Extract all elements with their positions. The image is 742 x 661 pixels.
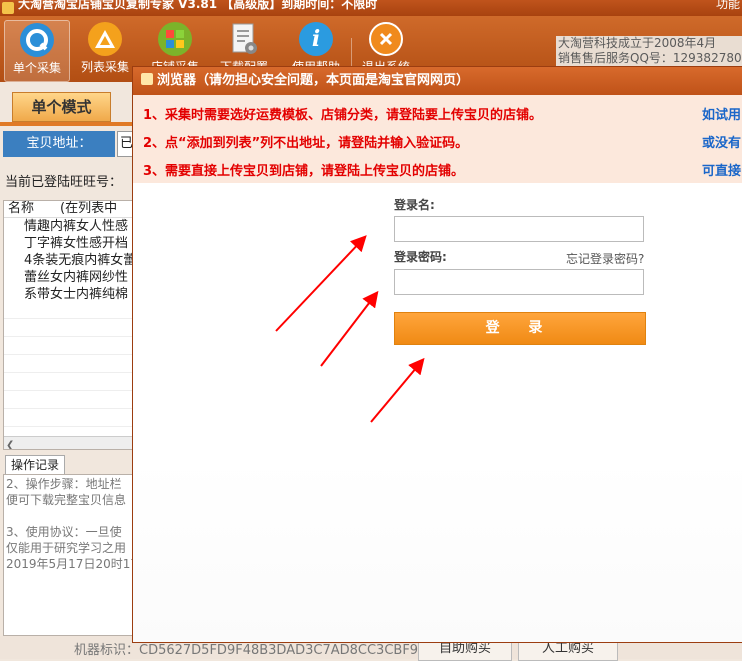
log-line (6, 509, 133, 523)
horizontal-scrollbar[interactable]: ❮ (4, 436, 135, 449)
password-input[interactable] (394, 269, 644, 295)
list-collect-icon (88, 22, 122, 56)
forgot-password-link[interactable]: 忘记登录密码? (566, 250, 644, 267)
tab-operation-log[interactable]: 操作记录 (5, 455, 65, 474)
list-header: 名称 (在列表中 (4, 201, 135, 218)
notice-link-3[interactable]: 可直接 (702, 160, 741, 179)
browser-dialog-title-bar: 浏览器（请勿担心安全问题，本页面是淘宝官网网页） (133, 67, 742, 95)
app-logo-icon (2, 2, 14, 14)
browser-dialog: 浏览器（请勿担心安全问题，本页面是淘宝官网网页） 1、采集时需要选好运费模板、店… (133, 67, 742, 642)
list-collect-button[interactable]: 列表采集 (73, 20, 137, 80)
company-line-2: 销售售后服务QQ号：129382780 (558, 51, 742, 65)
notice-panel: 1、采集时需要选好运费模板、店铺分类，请登陆要上传宝贝的店铺。 2、点“添加到列… (133, 95, 742, 183)
logged-in-account-label: 当前已登陆旺旺号： (5, 175, 123, 190)
company-info: 大淘营科技成立于2008年4月 销售售后服务QQ号：129382780 (556, 36, 742, 66)
info-icon: i (299, 22, 333, 56)
browser-dialog-title: 浏览器（请勿担心安全问题，本页面是淘宝官网网页） (157, 73, 470, 88)
username-input[interactable] (394, 216, 644, 242)
list-item[interactable]: 丁字裤女性感开档 (4, 235, 135, 252)
notice-link-1[interactable]: 如试用 (702, 104, 741, 123)
single-mode-tab[interactable]: 单个模式 (12, 92, 111, 122)
item-address-label: 宝贝地址： (3, 131, 115, 157)
tab-strip (0, 122, 134, 126)
login-button[interactable]: 登 录 (394, 312, 646, 345)
download-config-icon (227, 22, 261, 56)
password-label: 登录密码: (394, 250, 447, 264)
column-in-list[interactable]: (在列表中 (60, 201, 117, 216)
log-line: 仅能用于研究学习之用 (6, 541, 127, 555)
column-name[interactable]: 名称 (8, 201, 34, 216)
notice-link-2[interactable]: 或没有 (702, 132, 741, 151)
shop-collect-icon (158, 22, 192, 56)
list-item[interactable]: 蕾丝女内裤网纱性 (4, 269, 135, 286)
item-address-row: 宝贝地址： 已 (3, 131, 141, 157)
single-collect-button[interactable]: 单个采集 (4, 20, 70, 82)
notice-line-3: 3、需要直接上传宝贝到店铺，请登陆上传宝贝的店铺。 (143, 164, 465, 179)
company-line-1: 大淘营科技成立于2008年4月 (558, 36, 717, 50)
item-list[interactable]: 名称 (在列表中 情趣内裤女人性感 丁字裤女性感开档 4条装无痕内裤女蕾 蕾丝女内… (3, 200, 136, 450)
close-icon (369, 22, 403, 56)
operation-log: 2、操作步骤：地址栏 便可下载完整宝贝信息 3、使用协议：一旦使 仅能用于研究学… (3, 474, 136, 636)
list-item[interactable]: 4条装无痕内裤女蕾 (4, 252, 135, 269)
log-line: 便可下载完整宝贝信息 (6, 493, 127, 507)
app-title: 大淘营淘宝店铺宝贝复制专家 V3.81 【高级版】到期时间：不限时 (18, 0, 378, 11)
list-item[interactable]: 情趣内裤女人性感 (4, 218, 135, 235)
notice-line-2: 2、点“添加到列表”列不出地址，请登陆并输入验证码。 (143, 136, 469, 151)
empty-rows (4, 301, 135, 445)
scroll-left-icon[interactable]: ❮ (6, 440, 14, 449)
log-line: 3、使用协议：一旦使 (6, 525, 122, 539)
log-line: 2019年5月17日20时17 (6, 557, 136, 571)
log-line: 2、操作步骤：地址栏 (6, 477, 122, 491)
title-right-text: 功能 (715, 0, 740, 11)
browser-icon (141, 73, 153, 85)
app-title-bar: 大淘营淘宝店铺宝贝复制专家 V3.81 【高级版】到期时间：不限时 功能 (0, 0, 742, 16)
username-label: 登录名: (394, 198, 435, 212)
single-collect-icon (20, 23, 54, 57)
notice-line-1: 1、采集时需要选好运费模板、店铺分类，请登陆要上传宝贝的店铺。 (143, 108, 543, 123)
